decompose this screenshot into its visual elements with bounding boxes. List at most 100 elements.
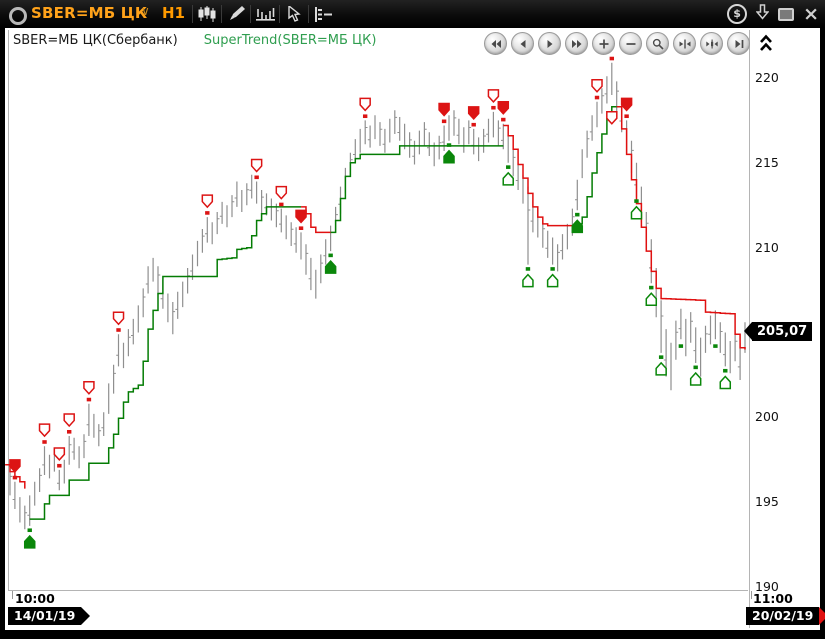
sell-signal-icon xyxy=(54,448,64,460)
sell-signal-icon xyxy=(252,159,262,171)
buy-dot-icon xyxy=(634,199,638,203)
sell-signal-icon xyxy=(64,414,74,426)
chevron-down-icon[interactable]: ∨ xyxy=(141,4,150,18)
buy-dot-icon xyxy=(575,213,579,217)
sell-dot-icon xyxy=(87,398,91,402)
sell-signal-icon xyxy=(202,195,212,207)
scroll-fast-right-button[interactable] xyxy=(565,32,588,55)
levels-icon[interactable] xyxy=(311,3,335,25)
price-tick-label: 210 xyxy=(755,240,799,255)
buy-signal-icon xyxy=(444,151,454,163)
buy-dot-icon xyxy=(679,344,683,348)
chart-window: SBER=МБ ЦК ∨ H1 xyxy=(0,0,825,639)
scroll-right-button[interactable] xyxy=(538,32,561,55)
chart-navbar xyxy=(484,32,773,55)
time-label-start: 10:00 xyxy=(15,591,55,606)
date-tag-start: 14/01/19 xyxy=(8,607,81,625)
buy-signal-icon xyxy=(631,207,641,219)
time-label-end: 11:00 xyxy=(753,591,793,606)
compress-scale-button[interactable] xyxy=(673,32,696,55)
toolbar-separator xyxy=(221,5,222,23)
sell-signal-icon xyxy=(296,210,306,222)
currency-icon[interactable]: $ xyxy=(727,4,747,24)
zoom-box-button[interactable] xyxy=(646,32,669,55)
last-price-tag: 205,07 xyxy=(752,322,812,341)
draw-icon[interactable] xyxy=(224,3,248,25)
price-tick-label: 215 xyxy=(755,155,799,170)
sell-signal-icon xyxy=(622,98,632,110)
buy-signal-icon xyxy=(503,173,513,185)
sell-dot-icon xyxy=(610,57,614,61)
download-icon[interactable] xyxy=(756,4,769,24)
cursor-icon[interactable] xyxy=(282,3,306,25)
buy-signal-icon xyxy=(326,261,336,273)
zoom-in-button[interactable] xyxy=(592,32,615,55)
scroll-left-button[interactable] xyxy=(511,32,534,55)
sell-dot-icon xyxy=(442,120,446,124)
toolbar-separator xyxy=(250,5,251,23)
buy-dot-icon xyxy=(649,286,653,290)
candles-icon[interactable] xyxy=(195,3,219,25)
collapse-panel-icon[interactable] xyxy=(759,34,773,53)
price-chart[interactable] xyxy=(5,55,747,591)
sell-dot-icon xyxy=(279,203,283,207)
timeframe-label[interactable]: H1 xyxy=(162,4,185,22)
price-tick-label: 220 xyxy=(755,70,799,85)
sell-signal-icon xyxy=(10,460,20,472)
sell-dot-icon xyxy=(67,430,71,434)
buy-signal-icon xyxy=(548,275,558,287)
scroll-fast-left-button[interactable] xyxy=(484,32,507,55)
sell-signal-icon xyxy=(607,112,617,124)
sell-signal-icon xyxy=(360,98,370,110)
sell-signal-icon xyxy=(276,187,286,199)
buy-dot-icon xyxy=(328,254,332,258)
buy-signal-icon xyxy=(656,363,666,375)
supertrend-line-up xyxy=(30,207,301,519)
sell-dot-icon xyxy=(624,114,628,118)
sell-dot-icon xyxy=(471,123,475,127)
zoom-out-button[interactable] xyxy=(619,32,642,55)
title-bar[interactable]: SBER=МБ ЦК ∨ H1 xyxy=(0,0,825,28)
buy-dot-icon xyxy=(723,369,727,373)
sell-signal-icon xyxy=(114,312,124,324)
price-tick-label: 195 xyxy=(755,494,799,509)
sell-dot-icon xyxy=(595,96,599,100)
buy-dot-icon xyxy=(713,344,717,348)
sell-dot-icon xyxy=(42,440,46,444)
close-icon[interactable]: × xyxy=(803,5,819,23)
buy-signal-icon xyxy=(720,376,730,388)
toolbar-separator xyxy=(308,5,309,23)
sell-dot-icon xyxy=(363,114,367,118)
legend-instrument: SBER=МБ ЦК(Сбербанк) xyxy=(13,33,178,48)
buy-dot-icon xyxy=(550,267,554,271)
buy-signal-icon xyxy=(523,275,533,287)
buy-dot-icon xyxy=(28,528,32,532)
sell-dot-icon xyxy=(254,175,258,179)
sell-signal-icon xyxy=(592,80,602,92)
instrument-title[interactable]: SBER=МБ ЦК xyxy=(31,4,147,22)
price-tick-label: 200 xyxy=(755,409,799,424)
sell-dot-icon xyxy=(13,476,17,480)
price-bars xyxy=(10,63,745,530)
toolbar-separator xyxy=(279,5,280,23)
sell-dot-icon xyxy=(491,106,495,110)
volume-icon[interactable] xyxy=(253,3,277,25)
sell-signal-icon xyxy=(84,382,94,394)
sell-signal-icon xyxy=(469,107,479,119)
buy-signal-icon xyxy=(691,373,701,385)
go-to-end-button[interactable] xyxy=(727,32,750,55)
legend-indicator: SuperTrend(SBER=МБ ЦК) xyxy=(204,33,377,48)
buy-dot-icon xyxy=(506,165,510,169)
sell-signal-icon xyxy=(40,424,50,436)
buy-dot-icon xyxy=(693,366,697,370)
sell-dot-icon xyxy=(501,118,505,122)
buy-dot-icon xyxy=(447,143,451,147)
sell-dot-icon xyxy=(116,328,120,332)
compress-bars-button[interactable] xyxy=(700,32,723,55)
supertrend-line-up xyxy=(331,146,504,233)
buy-signal-icon xyxy=(572,220,582,232)
restore-icon[interactable] xyxy=(778,8,794,21)
chart-legend: SBER=МБ ЦК(Сбербанк) SuperTrend(SBER=МБ Ц… xyxy=(13,33,376,48)
connection-status-icon xyxy=(9,7,27,25)
buy-signal-icon xyxy=(25,536,35,548)
